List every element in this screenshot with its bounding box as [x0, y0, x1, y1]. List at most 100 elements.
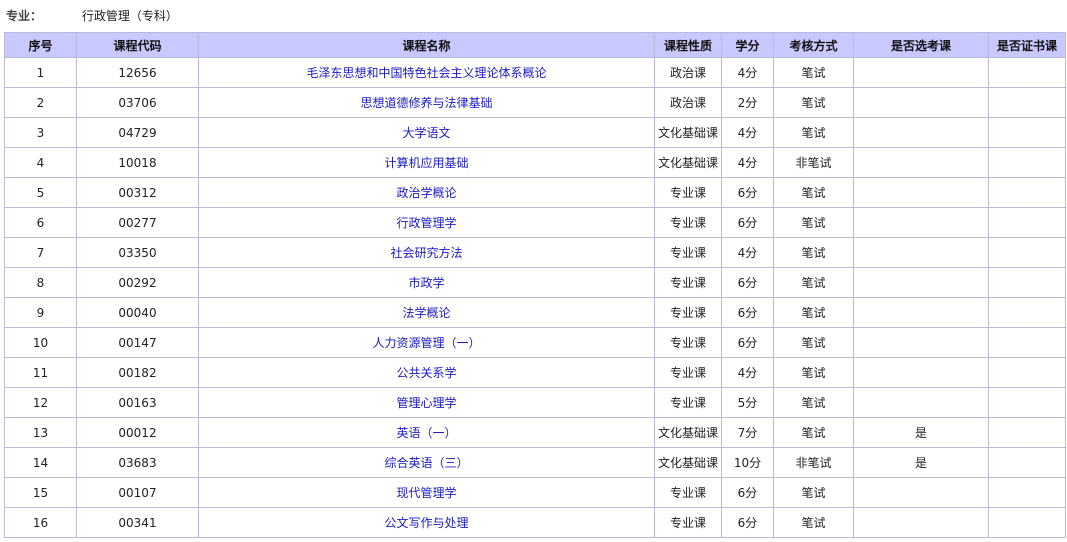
cell-name: 政治学概论	[198, 177, 655, 208]
cell-elective	[853, 147, 989, 178]
cell-elective	[853, 297, 989, 328]
table-row: 6 00277 行政管理学 专业课 6分 笔试	[4, 207, 1066, 238]
table-row: 13 00012 英语（一） 文化基础课 7分 笔试是	[4, 417, 1066, 448]
cell-certificate	[988, 417, 1066, 448]
course-link[interactable]: 公文写作与处理	[384, 516, 468, 530]
cell-name: 人力资源管理（一）	[198, 327, 655, 358]
cell-credit: 6分	[721, 267, 774, 298]
cell-name: 社会研究方法	[198, 237, 655, 268]
cell-code: 00312	[76, 177, 199, 208]
cell-credit: 2分	[721, 87, 774, 118]
cell-name: 现代管理学	[198, 477, 655, 508]
cell-type: 政治课	[654, 57, 722, 88]
table-row: 12 00163 管理心理学 专业课 5分 笔试	[4, 387, 1066, 418]
cell-certificate	[988, 87, 1066, 118]
cell-exam: 非笔试	[773, 147, 854, 178]
course-link[interactable]: 公共关系学	[396, 366, 456, 380]
cell-credit: 6分	[721, 507, 774, 538]
cell-credit: 6分	[721, 477, 774, 508]
cell-elective	[853, 357, 989, 388]
header-type: 课程性质	[654, 32, 722, 58]
course-link[interactable]: 人力资源管理（一）	[372, 336, 480, 350]
course-link[interactable]: 管理心理学	[396, 396, 456, 410]
cell-type: 专业课	[654, 177, 722, 208]
cell-credit: 6分	[721, 177, 774, 208]
cell-name: 行政管理学	[198, 207, 655, 238]
course-link[interactable]: 计算机应用基础	[384, 156, 468, 170]
cell-certificate	[988, 207, 1066, 238]
cell-elective: 是	[853, 447, 989, 478]
table-row: 7 03350 社会研究方法 专业课 4分 笔试	[4, 237, 1066, 268]
cell-certificate	[988, 117, 1066, 148]
cell-elective	[853, 207, 989, 238]
cell-type: 专业课	[654, 237, 722, 268]
cell-code: 00182	[76, 357, 199, 388]
cell-certificate	[988, 147, 1066, 178]
cell-type: 专业课	[654, 477, 722, 508]
cell-no: 5	[4, 177, 77, 208]
header-elective: 是否选考课	[853, 32, 989, 58]
course-link[interactable]: 英语（一）	[396, 426, 456, 440]
course-link[interactable]: 政治学概论	[396, 186, 456, 200]
cell-no: 10	[4, 327, 77, 358]
cell-exam: 笔试	[773, 327, 854, 358]
cell-certificate	[988, 387, 1066, 418]
cell-name: 管理心理学	[198, 387, 655, 418]
cell-exam: 笔试	[773, 357, 854, 388]
cell-name: 英语（一）	[198, 417, 655, 448]
cell-credit: 4分	[721, 147, 774, 178]
cell-elective	[853, 117, 989, 148]
table-row: 10 00147 人力资源管理（一） 专业课 6分 笔试	[4, 327, 1066, 358]
cell-name: 计算机应用基础	[198, 147, 655, 178]
cell-no: 1	[4, 57, 77, 88]
cell-name: 思想道德修养与法律基础	[198, 87, 655, 118]
course-link[interactable]: 现代管理学	[396, 486, 456, 500]
cell-type: 专业课	[654, 297, 722, 328]
cell-type: 专业课	[654, 507, 722, 538]
cell-elective	[853, 237, 989, 268]
header-credit: 学分	[721, 32, 774, 58]
course-link[interactable]: 思想道德修养与法律基础	[360, 96, 492, 110]
course-link[interactable]: 法学概论	[402, 306, 450, 320]
cell-type: 文化基础课	[654, 447, 722, 478]
cell-elective	[853, 477, 989, 508]
course-link[interactable]: 社会研究方法	[390, 246, 462, 260]
cell-elective	[853, 87, 989, 118]
cell-credit: 6分	[721, 297, 774, 328]
cell-elective	[853, 177, 989, 208]
cell-certificate	[988, 177, 1066, 208]
header-certificate: 是否证书课	[988, 32, 1066, 58]
major-row: 专业： 行政管理（专科）	[6, 7, 178, 25]
cell-name: 综合英语（三）	[198, 447, 655, 478]
cell-credit: 4分	[721, 57, 774, 88]
table-row: 5 00312 政治学概论 专业课 6分 笔试	[4, 177, 1066, 208]
cell-type: 专业课	[654, 207, 722, 238]
cell-credit: 6分	[721, 327, 774, 358]
major-label: 专业：	[6, 9, 43, 23]
course-table: 序号 课程代码 课程名称 课程性质 学分 考核方式 是否选考课 是否证书课 11…	[4, 32, 1066, 538]
course-link[interactable]: 综合英语（三）	[384, 456, 468, 470]
cell-elective	[853, 57, 989, 88]
cell-certificate	[988, 57, 1066, 88]
table-row: 11 00182 公共关系学 专业课 4分 笔试	[4, 357, 1066, 388]
cell-code: 10018	[76, 147, 199, 178]
cell-credit: 4分	[721, 237, 774, 268]
cell-elective	[853, 507, 989, 538]
course-link[interactable]: 毛泽东思想和中国特色社会主义理论体系概论	[306, 66, 546, 80]
cell-exam: 笔试	[773, 87, 854, 118]
course-link[interactable]: 市政学	[408, 276, 444, 290]
cell-no: 7	[4, 237, 77, 268]
cell-exam: 笔试	[773, 267, 854, 298]
course-link[interactable]: 大学语文	[402, 126, 450, 140]
cell-credit: 5分	[721, 387, 774, 418]
cell-certificate	[988, 357, 1066, 388]
cell-name: 大学语文	[198, 117, 655, 148]
cell-code: 00107	[76, 477, 199, 508]
course-link[interactable]: 行政管理学	[396, 216, 456, 230]
cell-name: 法学概论	[198, 297, 655, 328]
cell-no: 12	[4, 387, 77, 418]
cell-name: 公文写作与处理	[198, 507, 655, 538]
cell-code: 00147	[76, 327, 199, 358]
cell-no: 8	[4, 267, 77, 298]
cell-certificate	[988, 477, 1066, 508]
